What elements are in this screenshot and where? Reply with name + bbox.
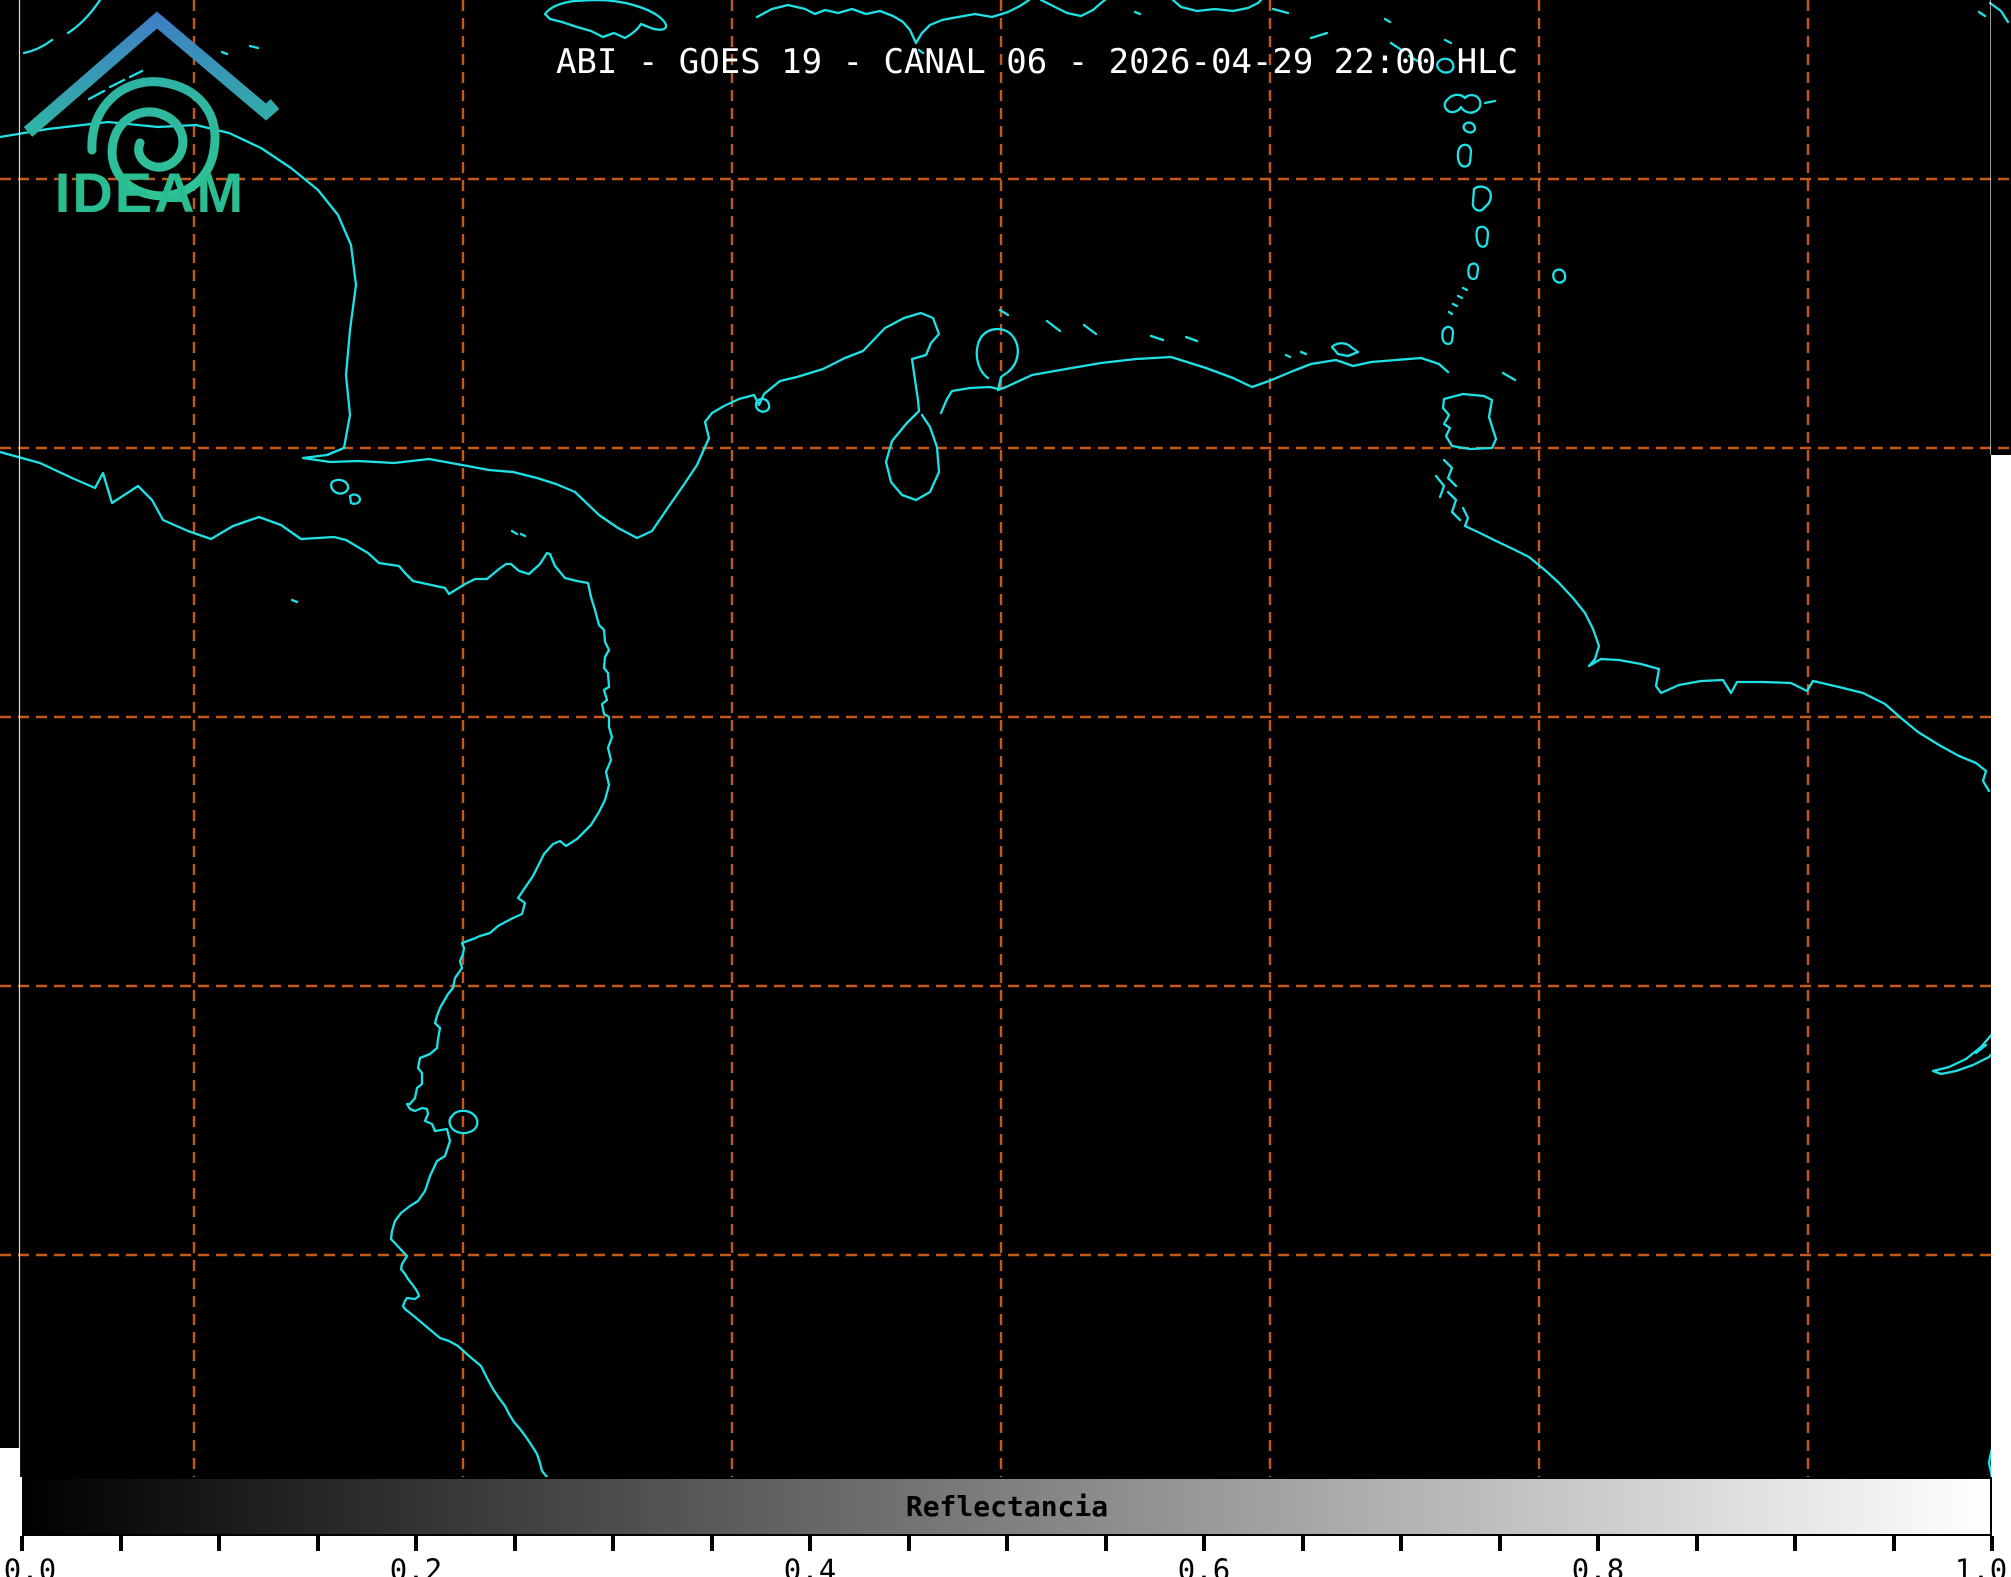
product-title: ABI - GOES 19 - CANAL 06 - 2026-04-29 22…	[555, 42, 1519, 82]
colorbar-tick-label: 0.0	[3, 1553, 57, 1577]
colorbar-tick-label: 0.6	[1177, 1553, 1231, 1577]
colorbar-label: Reflectancia	[905, 1490, 1109, 1523]
data-edge-sliver	[0, 1448, 20, 1477]
colorbar-tick	[217, 1536, 221, 1551]
colorbar-tick-label: 0.4	[783, 1553, 837, 1577]
colorbar-axis: 0.0 0.2 0.4 0.6 0.8 1.0	[0, 1536, 2011, 1577]
colorbar-tick-label: 0.2	[389, 1553, 443, 1577]
colorbar-tick	[1497, 1536, 1502, 1551]
colorbar-tick	[1990, 1536, 1994, 1551]
reflectance-colorbar: Reflectancia	[22, 1477, 1992, 1536]
colorbar-tick	[1103, 1536, 1108, 1551]
colorbar-tick	[315, 1536, 320, 1551]
colorbar-tick	[906, 1536, 911, 1551]
colorbar-tick	[1300, 1536, 1305, 1551]
map-canvas: ABI - GOES 19 - CANAL 06 - 2026-04-29 22…	[0, 0, 2011, 1477]
colorbar-tick	[1793, 1536, 1797, 1551]
colorbar-tick	[1399, 1536, 1403, 1551]
satellite-product-image: ABI - GOES 19 - CANAL 06 - 2026-04-29 22…	[0, 0, 2011, 1577]
colorbar-tick	[1891, 1536, 1896, 1551]
colorbar-tick	[1005, 1536, 1009, 1551]
colorbar-tick	[512, 1536, 517, 1551]
colorbar-tick	[414, 1536, 418, 1551]
ideam-logo: IDEAM	[23, 11, 280, 224]
colorbar-tick	[808, 1536, 812, 1551]
colorbar-tick	[20, 1536, 24, 1551]
colorbar-tick-label: 1.0	[1954, 1553, 2008, 1577]
data-edge-strip	[1991, 455, 2011, 1477]
colorbar-tick-label: 0.8	[1571, 1553, 1625, 1577]
ideam-logo-text: IDEAM	[55, 161, 245, 224]
colorbar-tick	[1202, 1536, 1206, 1551]
colorbar-tick	[1596, 1536, 1600, 1551]
colorbar-tick	[709, 1536, 714, 1551]
colorbar-tick	[118, 1536, 123, 1551]
colorbar-tick	[611, 1536, 615, 1551]
colorbar-tick	[1694, 1536, 1699, 1551]
